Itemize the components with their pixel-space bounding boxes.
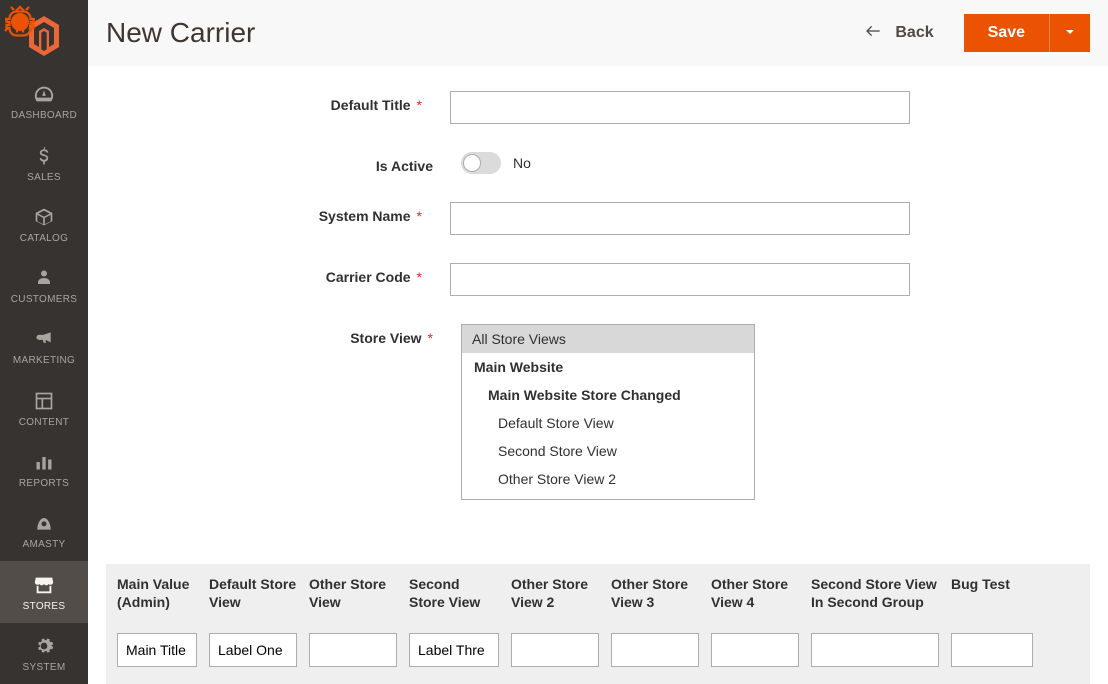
field-label: Is Active — [106, 152, 461, 174]
arrow-left-icon — [863, 23, 883, 44]
admin-sidebar: DASHBOARD SALES CATALOG CUSTOMERS MARKET… — [0, 0, 88, 684]
chevron-down-icon — [1064, 26, 1076, 41]
bars-icon — [34, 450, 54, 474]
field-label: Default Title* — [106, 91, 450, 113]
grid-header: Other Store View 2 — [511, 575, 599, 611]
store-view-option[interactable]: Other Store View 2 — [462, 465, 754, 493]
dollar-icon — [34, 144, 54, 168]
nav-marketing[interactable]: MARKETING — [0, 316, 88, 377]
label-input[interactable] — [951, 633, 1033, 667]
grid-header: Bug Test — [951, 575, 1033, 593]
field-default-title: Default Title* — [106, 91, 910, 124]
grid-header-row: Main Value (Admin) Default Store View Ot… — [107, 565, 1089, 621]
nav-label: REPORTS — [19, 478, 69, 489]
nav-customers[interactable]: CUSTOMERS — [0, 255, 88, 316]
required-mark: * — [428, 330, 433, 346]
label-input[interactable] — [511, 633, 599, 667]
label-input[interactable] — [611, 633, 699, 667]
nav-label: AMASTY — [23, 539, 66, 550]
field-label: Store View* — [106, 324, 461, 346]
toggle-state-label: No — [513, 155, 531, 171]
megaphone-icon — [34, 327, 54, 351]
header-actions: Back Save — [851, 14, 1090, 52]
nav-sales[interactable]: SALES — [0, 132, 88, 193]
store-view-option[interactable]: Main Website — [462, 353, 754, 381]
label-input[interactable] — [711, 633, 799, 667]
nav-system[interactable]: SYSTEM — [0, 623, 88, 684]
grid-header: Second Store View — [409, 575, 499, 611]
required-mark: * — [417, 97, 422, 113]
store-view-option[interactable]: All Store Views — [462, 325, 754, 353]
carrier-code-input[interactable] — [450, 263, 910, 296]
nav-dashboard[interactable]: DASHBOARD — [0, 71, 88, 132]
grid-header: Other Store View — [309, 575, 397, 611]
field-is-active: Is Active No — [106, 152, 910, 174]
nav-label: CUSTOMERS — [11, 294, 77, 305]
toggle-knob — [463, 154, 481, 172]
nav-content[interactable]: CONTENT — [0, 378, 88, 439]
nav-catalog[interactable]: CATALOG — [0, 194, 88, 255]
store-view-option[interactable]: Second Store View — [462, 437, 754, 465]
nav-label: SYSTEM — [23, 662, 66, 673]
person-icon — [35, 266, 53, 290]
label-input[interactable] — [811, 633, 939, 667]
store-labels-grid: Main Value (Admin) Default Store View Ot… — [106, 564, 1090, 684]
gear-icon — [34, 634, 54, 658]
nav-label: STORES — [23, 601, 66, 612]
required-mark: * — [417, 269, 422, 285]
store-icon — [33, 573, 55, 597]
nav-label: DASHBOARD — [11, 110, 77, 121]
nav-reports[interactable]: REPORTS — [0, 439, 88, 500]
nav-amasty[interactable]: AMASTY — [0, 500, 88, 561]
page-title: New Carrier — [106, 17, 255, 49]
back-label: Back — [895, 24, 933, 42]
field-carrier-code: Carrier Code* — [106, 263, 910, 296]
field-label: System Name* — [106, 202, 450, 224]
save-button[interactable]: Save — [964, 14, 1049, 52]
save-dropdown-toggle[interactable] — [1049, 14, 1090, 52]
carrier-form: Default Title* Is Active No System Name*… — [88, 67, 928, 552]
field-label: Carrier Code* — [106, 263, 450, 285]
nav-stores[interactable]: STORES — [0, 561, 88, 622]
store-view-option[interactable]: Default Store View — [462, 409, 754, 437]
store-view-multiselect[interactable]: All Store Views Main Website Main Websit… — [461, 324, 755, 500]
amasty-icon — [34, 511, 54, 535]
is-active-toggle[interactable] — [461, 152, 501, 174]
default-title-input[interactable] — [450, 91, 910, 124]
grid-header: Other Store View 4 — [711, 575, 799, 611]
label-input[interactable] — [209, 633, 297, 667]
nav-label: SALES — [27, 172, 61, 183]
grid-body-row — [107, 621, 1089, 684]
grid-header: Other Store View 3 — [611, 575, 699, 611]
system-name-input[interactable] — [450, 202, 910, 235]
box-icon — [34, 205, 54, 229]
bug-icon — [2, 2, 38, 47]
grid-header: Main Value (Admin) — [117, 575, 197, 611]
grid-header: Second Store View In Second Group — [811, 575, 939, 611]
store-view-option[interactable]: Main Website Store Changed — [462, 381, 754, 409]
required-mark: * — [417, 208, 422, 224]
page-header: New Carrier Back Save — [88, 0, 1108, 67]
label-input[interactable] — [309, 633, 397, 667]
main-content: New Carrier Back Save Default Title* — [88, 0, 1108, 684]
layout-icon — [34, 389, 54, 413]
field-system-name: System Name* — [106, 202, 910, 235]
nav-label: CATALOG — [20, 233, 68, 244]
save-button-group: Save — [964, 14, 1090, 52]
nav-label: CONTENT — [19, 417, 69, 428]
dashboard-icon — [33, 82, 55, 106]
label-input[interactable] — [409, 633, 499, 667]
grid-header: Default Store View — [209, 575, 297, 611]
label-input-admin[interactable] — [117, 633, 197, 667]
field-store-view: Store View* All Store Views Main Website… — [106, 324, 910, 500]
back-button[interactable]: Back — [851, 15, 945, 52]
nav-label: MARKETING — [13, 355, 75, 366]
magento-logo[interactable] — [0, 0, 88, 71]
